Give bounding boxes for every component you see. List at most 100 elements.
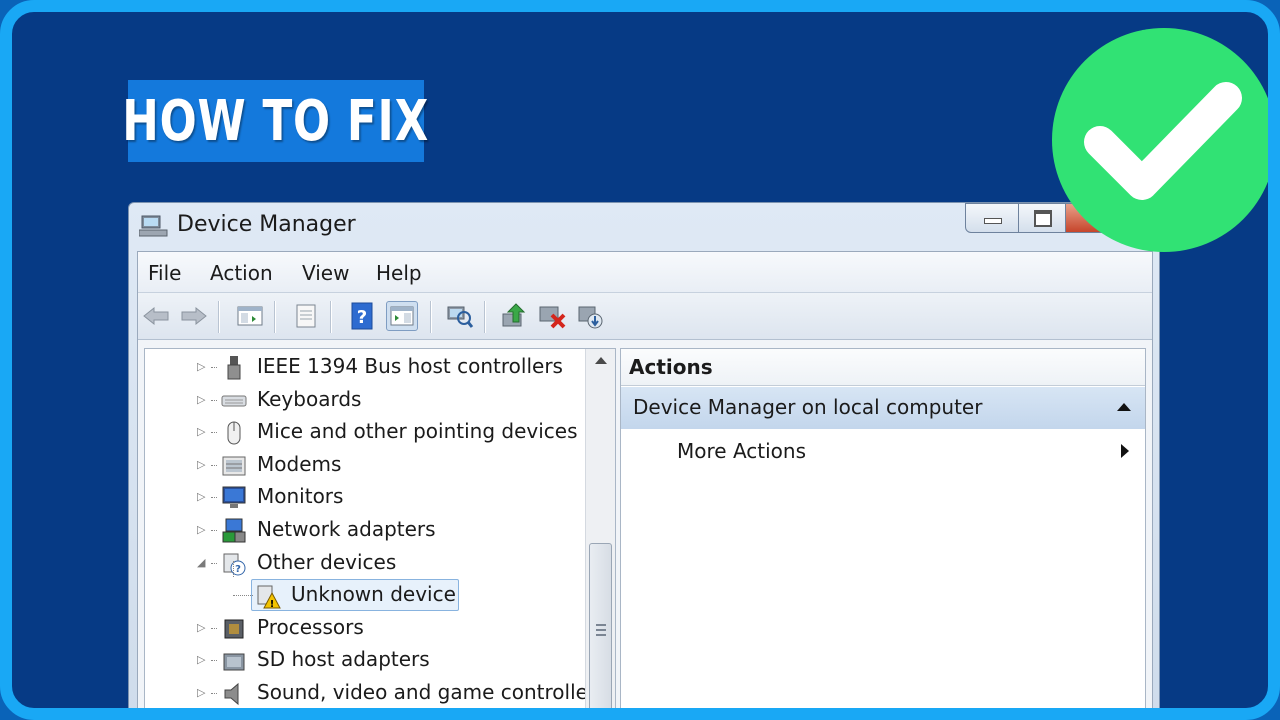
- tree-dotted-line: [211, 530, 217, 531]
- tree-dotted-line: [211, 432, 217, 434]
- tree-item-label: IEEE 1394 Bus host controllers: [257, 354, 563, 378]
- show-hide-console-tree-icon[interactable]: [234, 301, 266, 331]
- more-actions-item[interactable]: More Actions: [621, 433, 1145, 469]
- tree-category-item[interactable]: ▷ Keyboards: [145, 384, 585, 416]
- collapsed-triangle-icon[interactable]: ▷: [197, 393, 209, 406]
- tree-dotted-line: [211, 367, 217, 368]
- minimize-button[interactable]: [965, 203, 1019, 233]
- tree-category-item[interactable]: ▷ Modems: [145, 449, 585, 481]
- collapsed-triangle-icon[interactable]: ▷: [197, 491, 209, 503]
- tree-item-label: Network adapters: [257, 517, 436, 541]
- banner-title: HOW TO FIX: [122, 88, 430, 154]
- svg-text:?: ?: [235, 564, 241, 575]
- collapsed-triangle-icon[interactable]: ▷: [197, 621, 209, 634]
- mouse-icon: [227, 421, 241, 445]
- tree-category-item[interactable]: ▷ Monitors: [145, 481, 585, 513]
- toolbar-separator: [218, 301, 220, 333]
- tree-dotted-line: [211, 693, 217, 694]
- window-titlebar[interactable]: Device Manager: [129, 203, 1159, 247]
- tree-category-item[interactable]: ▷ SD host adapters: [145, 644, 585, 676]
- how-to-fix-banner: HOW TO FIX: [123, 80, 429, 162]
- actions-header: Actions: [621, 349, 1145, 386]
- window-title: Device Manager: [177, 212, 356, 237]
- collapsed-triangle-icon[interactable]: ▷: [197, 687, 209, 699]
- more-actions-label: More Actions: [677, 439, 806, 463]
- tree-item-label: Modems: [257, 451, 342, 476]
- tree-scrollbar[interactable]: [585, 349, 615, 708]
- toolbar-separator: [430, 301, 432, 333]
- collapsed-triangle-icon[interactable]: ▷: [197, 361, 209, 373]
- tree-item-label: Processors: [257, 614, 364, 639]
- menu-file[interactable]: File: [148, 261, 181, 285]
- menu-action[interactable]: Action: [210, 261, 273, 285]
- properties-icon[interactable]: [290, 301, 322, 331]
- speaker-icon: [224, 682, 239, 706]
- device-manager-app-icon: [139, 215, 168, 237]
- window-client-area: File Action View Help ? ▷ IEEE 1394 Bus …: [137, 251, 1153, 708]
- device-manager-window: Device Manager File Action View Help ? ▷…: [128, 202, 1160, 708]
- tree-category-item[interactable]: ▷ Mice and other pointing devices: [145, 416, 585, 448]
- actions-header-label: Actions: [629, 355, 713, 379]
- firewire-icon: [227, 356, 241, 380]
- modem-icon: [222, 456, 246, 476]
- forward-arrow-icon[interactable]: [178, 301, 210, 331]
- toolbar-separator: [274, 301, 276, 333]
- tree-category-item[interactable]: ▷ IEEE 1394 Bus host controllers: [145, 351, 585, 383]
- svg-text:!: !: [270, 599, 275, 609]
- actions-group-label: Device Manager on local computer: [633, 395, 983, 419]
- tree-item-label: SD host adapters: [257, 647, 430, 672]
- warning-device-icon: !: [257, 585, 281, 609]
- tree-dotted-line: [211, 562, 217, 564]
- scroll-grip-icon: [596, 624, 606, 636]
- tree-item-label: Sound, video and game controller: [257, 680, 597, 704]
- sd-card-icon: [223, 653, 245, 671]
- menu-help[interactable]: Help: [376, 261, 422, 285]
- collapsed-triangle-icon[interactable]: ▷: [197, 458, 209, 471]
- submenu-arrow-icon: [1121, 444, 1129, 458]
- tree-connector: [233, 561, 234, 577]
- tree-item-label: Other devices: [257, 549, 397, 574]
- tree-dotted-line: [211, 399, 217, 401]
- network-adapter-icon: [222, 518, 246, 543]
- monitor-icon: [222, 486, 246, 509]
- menu-bar: File Action View Help: [138, 252, 1152, 293]
- collapse-triangle-icon[interactable]: [1117, 403, 1131, 411]
- toolbar-separator: [484, 301, 486, 333]
- actions-pane: Actions Device Manager on local computer…: [620, 348, 1146, 708]
- add-legacy-hardware-icon[interactable]: [574, 301, 606, 331]
- tree-category-item[interactable]: ▷ Processors: [145, 612, 585, 644]
- back-arrow-icon[interactable]: [140, 301, 172, 331]
- tree-item-label: Unknown device: [291, 582, 456, 607]
- green-checkmark-icon: [1052, 28, 1268, 252]
- menu-view[interactable]: View: [302, 261, 349, 285]
- collapsed-triangle-icon[interactable]: ▷: [197, 426, 209, 438]
- toolbar: ?: [138, 293, 1152, 340]
- tree-item-label: Keyboards: [257, 386, 362, 411]
- collapsed-triangle-icon[interactable]: ▷: [197, 654, 209, 666]
- tree-category-item[interactable]: ▷ Network adapters: [145, 514, 585, 546]
- tree-dotted-line: [211, 497, 217, 499]
- tree-child-item[interactable]: ! Unknown device: [145, 579, 585, 612]
- unknown-device-category-icon: ?: [223, 553, 246, 576]
- show-hide-action-pane-icon[interactable]: [386, 301, 418, 331]
- tree-dotted-line: [211, 660, 217, 662]
- tree-category-item[interactable]: ▷ Sound, video and game controller: [145, 677, 596, 708]
- scan-hardware-icon[interactable]: [444, 301, 476, 331]
- collapsed-triangle-icon[interactable]: ▷: [197, 524, 209, 536]
- tree-dotted-line: [233, 595, 253, 597]
- update-driver-icon[interactable]: [498, 301, 530, 331]
- help-icon[interactable]: ?: [346, 301, 378, 331]
- scroll-up-arrow-icon[interactable]: [595, 357, 607, 364]
- tree-item-label: Mice and other pointing devices: [257, 419, 578, 444]
- svg-text:?: ?: [357, 307, 367, 328]
- thumbnail-frame: HOW TO FIX Device Manager File Action Vi…: [0, 0, 1280, 720]
- device-tree: ▷ IEEE 1394 Bus host controllers ▷ Keyboard…: [144, 348, 616, 708]
- tree-dotted-line: [211, 464, 217, 466]
- actions-group-device-manager[interactable]: Device Manager on local computer: [621, 387, 1145, 429]
- expanded-triangle-icon[interactable]: ◢: [197, 556, 209, 569]
- uninstall-device-icon[interactable]: [536, 301, 568, 331]
- tree-category-item[interactable]: ◢? Other devices: [145, 547, 585, 579]
- processor-icon: [224, 619, 244, 639]
- scroll-thumb[interactable]: [589, 543, 612, 708]
- keyboard-icon: [221, 395, 247, 407]
